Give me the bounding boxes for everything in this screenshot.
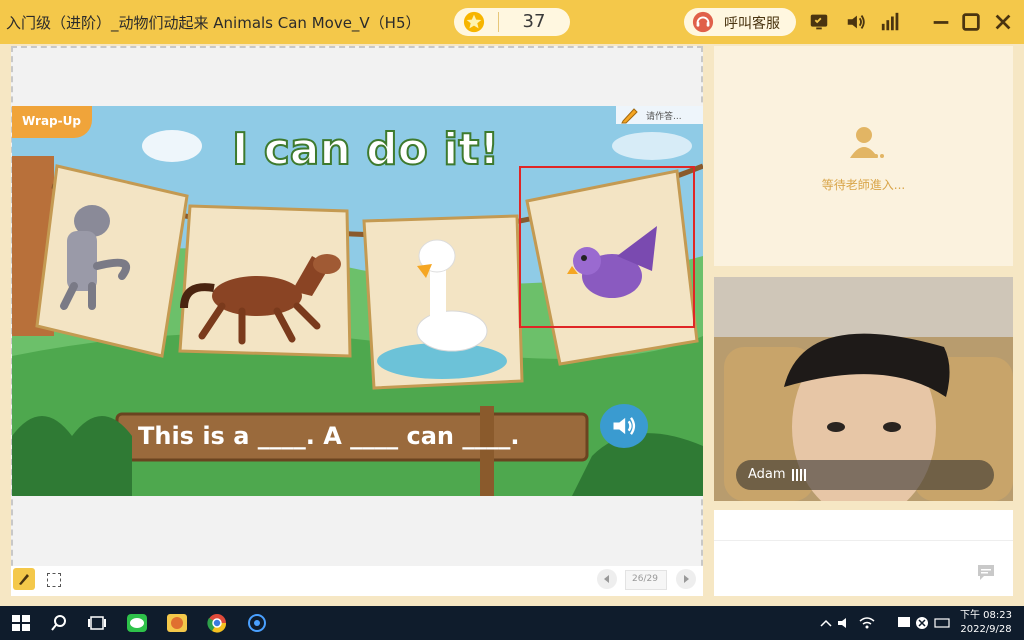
call-support-button[interactable]: 呼叫客服 bbox=[684, 8, 796, 36]
maximize-icon[interactable] bbox=[960, 11, 982, 33]
teacher-video-panel: 等待老師進入... bbox=[714, 46, 1013, 266]
chrome-icon[interactable] bbox=[206, 613, 228, 633]
call-support-label: 呼叫客服 bbox=[724, 16, 780, 32]
next-page-button[interactable] bbox=[676, 569, 696, 589]
task-view-icon[interactable] bbox=[86, 613, 108, 633]
brush-icon bbox=[19, 574, 29, 585]
chevron-right-icon bbox=[684, 575, 689, 583]
wrap-up-badge: Wrap-Up bbox=[12, 106, 92, 138]
close-icon[interactable] bbox=[992, 11, 1014, 33]
signal-strength-icon bbox=[881, 12, 899, 31]
classroom-app-icon[interactable] bbox=[166, 613, 188, 633]
taskbar-time: 下午 08:23 bbox=[960, 610, 1012, 621]
courseware-toolbar: 26/29 bbox=[11, 566, 703, 596]
pencil-icon bbox=[621, 108, 638, 124]
waiting-text: 等待老師進入... bbox=[821, 178, 906, 192]
star-count: 37 bbox=[522, 11, 546, 32]
student-name-tag: Adam bbox=[736, 460, 994, 490]
taskbar-date: 2022/9/28 bbox=[960, 624, 1012, 635]
tray-notes-icon[interactable] bbox=[896, 613, 912, 633]
taskbar-clock[interactable]: 下午 08:23 2022/9/28 bbox=[952, 609, 1020, 637]
teacher-avatar-icon bbox=[850, 127, 884, 158]
tray-wifi-icon[interactable] bbox=[858, 613, 876, 633]
speaker-icon bbox=[613, 417, 636, 435]
play-audio-button[interactable] bbox=[600, 404, 648, 448]
bird-card-highlight bbox=[519, 166, 695, 328]
chat-divider bbox=[714, 540, 1013, 541]
windows-taskbar: 下午 08:23 2022/9/28 bbox=[0, 606, 1024, 640]
prev-page-button[interactable] bbox=[597, 569, 617, 589]
tray-keyboard-icon[interactable] bbox=[934, 613, 950, 633]
star-icon bbox=[463, 11, 485, 33]
student-video-panel: Adam bbox=[714, 277, 1013, 501]
title-bar: 入门级（进阶）_动物们动起来 Animals Can Move_V（H5） 37… bbox=[0, 0, 1024, 44]
sentence-board: This is a ____. A ____ can ____. bbox=[130, 416, 590, 460]
chat-panel bbox=[714, 510, 1013, 596]
page-indicator[interactable]: 26/29 bbox=[625, 570, 667, 590]
minimize-icon[interactable] bbox=[930, 11, 952, 33]
mic-level-icon bbox=[792, 469, 806, 481]
page-number: 26/29 bbox=[632, 574, 658, 584]
brush-tool-button[interactable] bbox=[13, 568, 35, 590]
answer-note-text: 请作答... bbox=[646, 112, 682, 122]
window-title: 入门级（进阶）_动物们动起来 Animals Can Move_V（H5） bbox=[6, 14, 421, 32]
wrap-up-label: Wrap-Up bbox=[22, 114, 81, 128]
star-divider bbox=[498, 12, 499, 32]
chevron-left-icon bbox=[604, 575, 609, 583]
sentence-text: This is a ____. A ____ can ____. bbox=[138, 422, 520, 450]
monitor-heart-icon[interactable] bbox=[808, 11, 830, 33]
line-app-icon[interactable] bbox=[126, 613, 148, 633]
select-tool-button[interactable] bbox=[47, 573, 61, 587]
headset-icon bbox=[692, 11, 714, 33]
search-icon[interactable] bbox=[48, 613, 70, 633]
slide-headline: I can do it! bbox=[231, 123, 500, 176]
chat-bubble-icon[interactable] bbox=[976, 563, 996, 581]
tray-chevron-up-icon[interactable] bbox=[818, 613, 834, 633]
tray-volume-icon[interactable] bbox=[836, 613, 854, 633]
sync-app-icon[interactable] bbox=[246, 613, 268, 633]
volume-icon[interactable] bbox=[845, 11, 867, 33]
windows-start-icon[interactable] bbox=[10, 613, 32, 633]
student-name: Adam bbox=[748, 467, 786, 482]
tray-close-icon[interactable] bbox=[914, 613, 930, 633]
star-counter: 37 bbox=[454, 8, 570, 36]
answer-note[interactable]: 请作答... bbox=[616, 106, 703, 124]
